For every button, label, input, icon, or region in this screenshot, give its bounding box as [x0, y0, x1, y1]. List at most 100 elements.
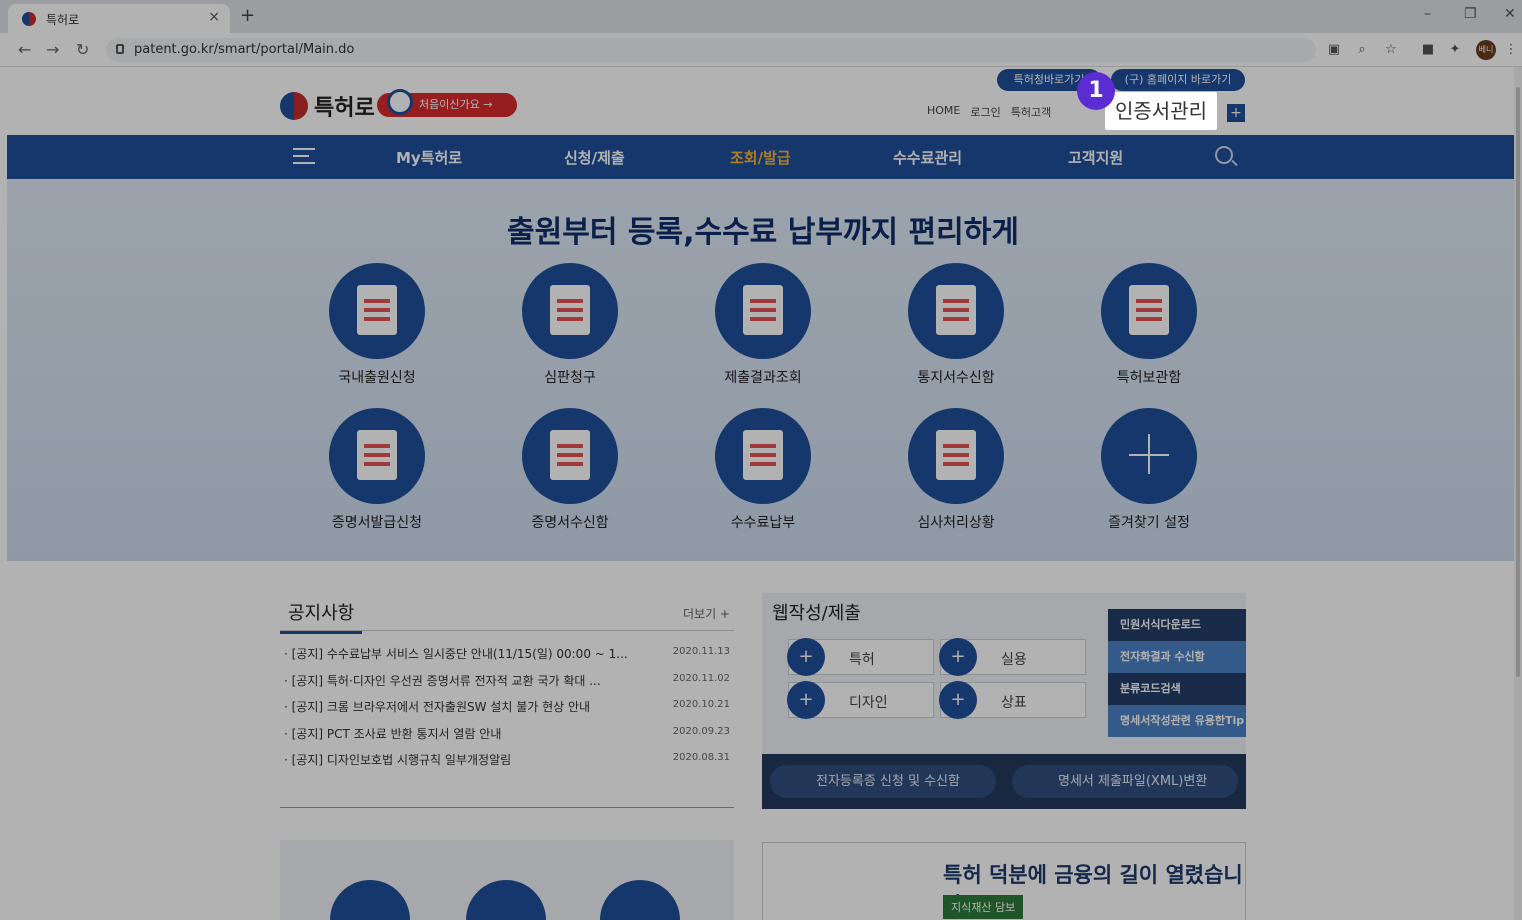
service-submission-results[interactable]: 제출결과조회 — [703, 263, 823, 387]
nav-customer-support[interactable]: 고객지원 — [1068, 147, 1123, 168]
service-notice-inbox[interactable]: 통지서수신함 — [896, 263, 1016, 387]
service-certificate-request[interactable]: 증명서발급신청 — [317, 408, 437, 532]
certificate-management-callout[interactable]: 인증서관리 — [1105, 92, 1217, 130]
browser-toolbar: ← → ↻ patent.go.kr/smart/portal/Main.do … — [0, 33, 1522, 67]
hero-section: 출원부터 등록,수수료 납부까지 편리하게 국내출원신청 심판청구 제출결과조회… — [7, 179, 1519, 561]
notice-item[interactable]: · [공지] 특허·디자인 우선권 증명서류 전자적 교환 국가 확대 ... 2… — [280, 672, 734, 699]
web-side-menu: 민원서식다운로드 전자화결과 수신함 분류코드검색 명세서작성관련 유용한Tip — [1108, 609, 1246, 737]
medal-icon — [387, 89, 413, 115]
plus-icon: + — [787, 681, 825, 719]
close-tab-icon[interactable]: × — [208, 9, 220, 25]
hourglass-icon — [329, 408, 425, 504]
document-search-icon — [1101, 263, 1197, 359]
service-examination-status[interactable]: 심사처리상황 — [896, 408, 1016, 532]
quick-links-panel — [280, 840, 734, 920]
side-classification-search[interactable]: 분류코드검색 — [1108, 673, 1246, 705]
forward-icon[interactable]: → — [46, 40, 59, 59]
file-patent-button[interactable]: + 특허 — [787, 638, 934, 676]
notice-item[interactable]: · [공지] 디자인보호법 시행규칙 일부개정알림 2020.08.31 — [280, 751, 734, 778]
step-badge: 1 — [1077, 72, 1115, 110]
window-close-icon[interactable]: ✕ — [1504, 6, 1516, 22]
plus-icon: + — [787, 638, 825, 676]
restore-icon[interactable]: ❐ — [1464, 6, 1477, 22]
folder-icon — [908, 263, 1004, 359]
side-form-download[interactable]: 민원서식다운로드 — [1108, 609, 1246, 641]
home-link[interactable]: HOME — [927, 104, 960, 120]
plus-icon: + — [939, 638, 977, 676]
won-coin-icon — [715, 408, 811, 504]
xml-convert-button[interactable]: 명세서 제출파일(XML)변환 — [1012, 765, 1238, 798]
notice-more-link[interactable]: 더보기 + — [683, 605, 730, 622]
document-icon[interactable] — [466, 880, 546, 920]
e-registration-button[interactable]: 전자등록증 신청 및 수신함 — [770, 765, 996, 798]
bookmark-star-icon[interactable]: ☆ — [1383, 42, 1399, 58]
side-digitization-inbox[interactable]: 전자화결과 수신함 — [1108, 641, 1246, 673]
extension-icon[interactable]: ■ — [1420, 42, 1436, 58]
service-certificate-inbox[interactable]: 증명서수신함 — [510, 408, 630, 532]
gavel-icon — [522, 263, 618, 359]
nav-fee-management[interactable]: 수수료관리 — [893, 147, 962, 168]
expand-plus-button[interactable]: + — [1227, 104, 1245, 122]
logo-text: 특허로 — [314, 96, 375, 121]
old-homepage-button[interactable]: (구) 홈페이지 바로가기 — [1111, 69, 1245, 91]
browser-tabbar: 특허로 × + – ❐ ✕ — [0, 0, 1522, 33]
minimize-icon[interactable]: – — [1424, 6, 1431, 22]
screen: 특허로 × + – ❐ ✕ ← → ↻ patent.go.kr/smart/p… — [0, 0, 1522, 920]
newbie-label: 처음이신가요 → — [419, 98, 493, 111]
global-nav: My특허로 신청/제출 조회/발급 수수료관리 고객지원 — [7, 135, 1519, 179]
quick-link-icon[interactable] — [330, 880, 410, 920]
nav-my-patent[interactable]: My특허로 — [396, 147, 462, 168]
web-filing-title: 웹작성/제출 — [772, 603, 861, 624]
new-tab-icon[interactable]: + — [240, 5, 255, 26]
customer-link[interactable]: 특허고객 — [1011, 104, 1051, 120]
file-design-button[interactable]: + 디자인 — [787, 681, 934, 719]
search-icon[interactable] — [1215, 146, 1233, 164]
plus-icon: + — [939, 681, 977, 719]
notice-divider — [280, 807, 734, 808]
cast-icon[interactable]: ▣ — [1326, 42, 1342, 58]
file-utility-button[interactable]: + 실용 — [939, 638, 1086, 676]
page: 특허로 처음이신가요 → 특허청바로가기 (구) 홈페이지 바로가기 HOME … — [7, 67, 1519, 920]
back-icon[interactable]: ← — [18, 40, 31, 59]
puzzle-icon[interactable]: ✦ — [1447, 42, 1463, 58]
scrollbar-thumb[interactable] — [1516, 87, 1520, 677]
url-text: patent.go.kr/smart/portal/Main.do — [134, 42, 355, 57]
address-bar[interactable]: patent.go.kr/smart/portal/Main.do — [106, 38, 1316, 62]
notice-list: · [공지] 수수료납부 서비스 일시중단 안내(11/15(일) 00:00 … — [280, 645, 734, 778]
service-fee-payment[interactable]: 수수료납부 — [703, 408, 823, 532]
all-menu-icon[interactable] — [293, 148, 315, 164]
page-scrollbar[interactable] — [1514, 67, 1522, 920]
notice-item[interactable]: · [공지] 크롬 브라우저에서 전자출원SW 설치 불가 현상 안내 2020.… — [280, 698, 734, 725]
hero-headline: 출원부터 등록,수수료 납부까지 편리하게 — [507, 215, 1019, 250]
web-bottom-strip: 전자등록증 신청 및 수신함 명세서 제출파일(XML)변환 — [762, 754, 1246, 809]
document-icon — [908, 408, 1004, 504]
browser-tab[interactable]: 특허로 × — [8, 4, 230, 33]
newbie-guide-button[interactable]: 처음이신가요 → — [377, 89, 517, 117]
ip-finance-banner[interactable]: 특허 덕분에 금융의 길이 열렸습니다. 지식재산 담보 — [762, 842, 1246, 920]
taegeuk-logo-icon — [280, 92, 308, 120]
nav-apply-submit[interactable]: 신청/제출 — [564, 147, 625, 168]
chat-icon[interactable] — [600, 880, 680, 920]
service-patent-storage[interactable]: 특허보관함 — [1089, 263, 1209, 387]
notice-item[interactable]: · [공지] PCT 조사료 반환 통지서 열람 안내 2020.09.23 — [280, 725, 734, 752]
notice-item[interactable]: · [공지] 수수료납부 서비스 일시중단 안내(11/15(일) 00:00 … — [280, 645, 734, 672]
folder-icon — [715, 263, 811, 359]
lock-icon — [116, 44, 124, 54]
menu-kebab-icon[interactable]: ⋮ — [1503, 42, 1519, 58]
plus-icon — [1101, 408, 1197, 504]
notice-title: 공지사항 — [280, 597, 363, 634]
login-link[interactable]: 로그인 — [970, 104, 1000, 120]
zoom-icon[interactable]: ⌕ — [1354, 42, 1370, 58]
site-logo[interactable]: 특허로 — [280, 90, 375, 122]
nav-inquiry-issue[interactable]: 조회/발급 — [730, 147, 791, 168]
service-favorites-settings[interactable]: 즐겨찾기 설정 — [1089, 408, 1209, 532]
service-domestic-application[interactable]: 국내출원신청 — [317, 263, 437, 387]
utility-links: HOME 로그인 특허고객 — [927, 104, 1051, 120]
service-trial-request[interactable]: 심판청구 — [510, 263, 630, 387]
side-spec-tips[interactable]: 명세서작성관련 유용한Tip — [1108, 705, 1246, 737]
file-trademark-button[interactable]: + 상표 — [939, 681, 1086, 719]
web-filing-panel: 웹작성/제출 + 특허 + 실용 + 디자인 + 상표 민원서식다운로드 전자화결과 수… — [762, 593, 1246, 809]
envelope-icon — [522, 408, 618, 504]
reload-icon[interactable]: ↻ — [76, 40, 89, 59]
profile-avatar[interactable]: 베니 — [1476, 40, 1496, 60]
